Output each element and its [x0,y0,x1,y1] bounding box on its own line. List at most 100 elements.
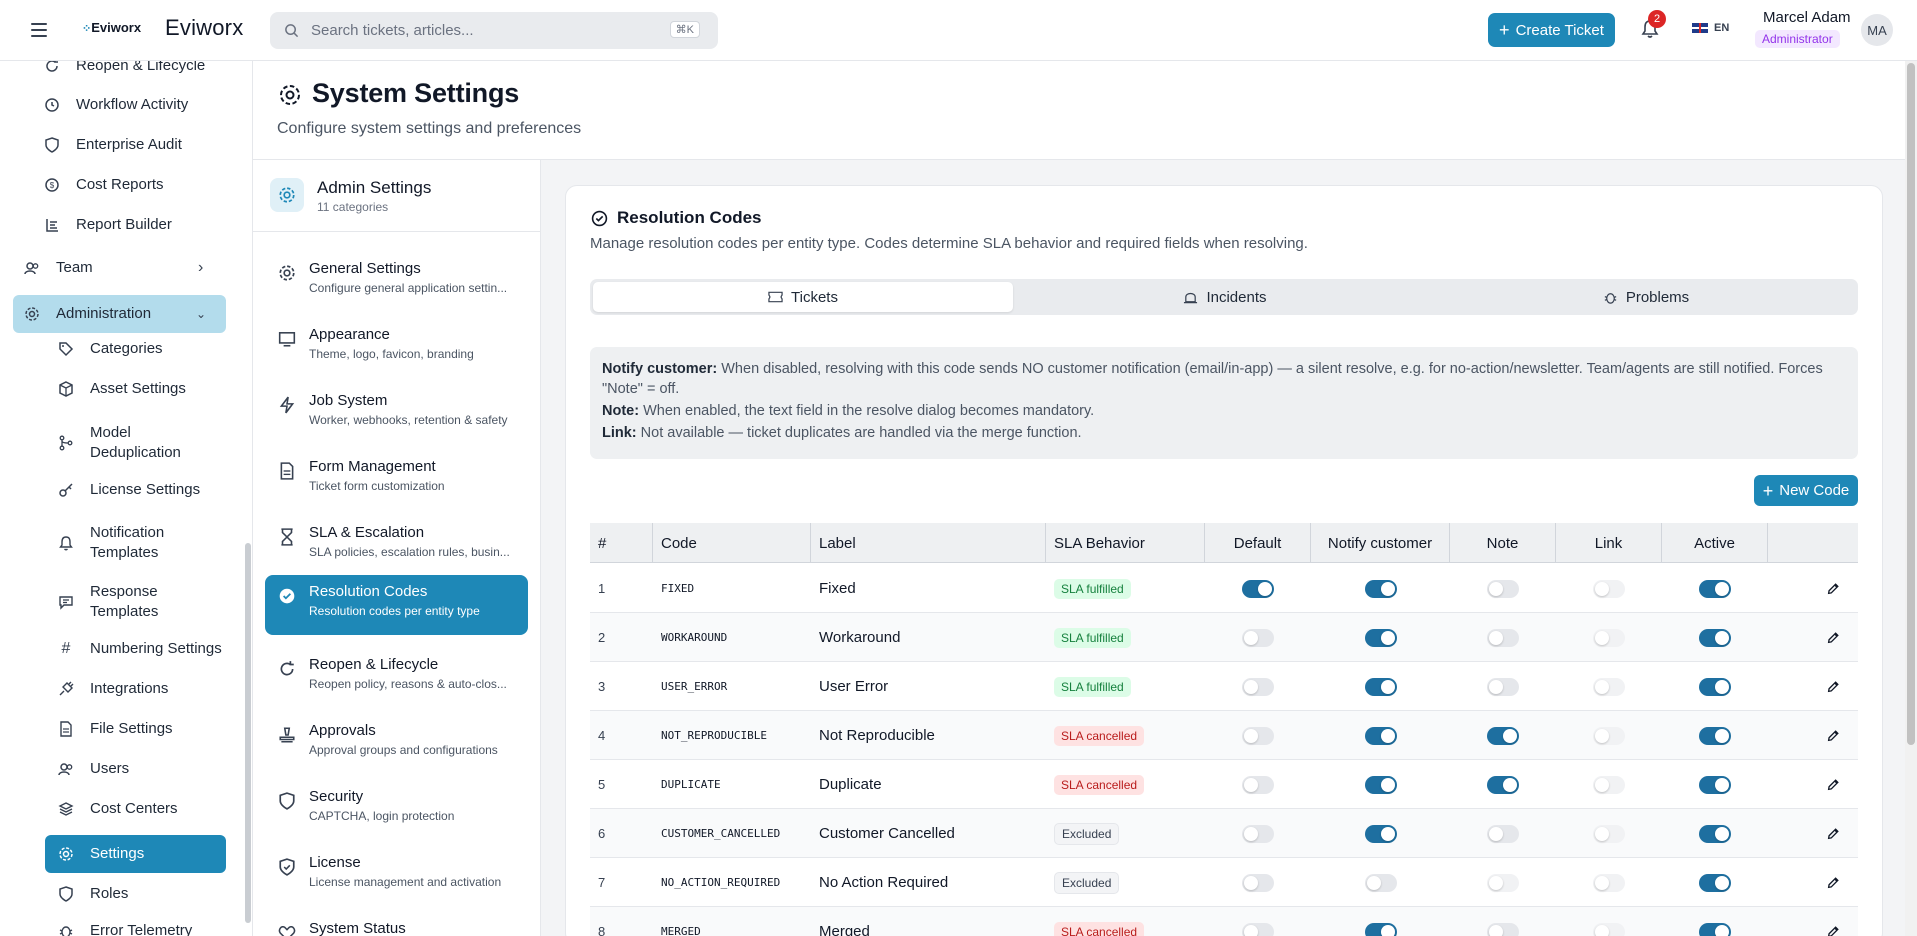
note-toggle[interactable] [1487,677,1519,696]
nav-users[interactable]: Users [58,755,248,783]
note-toggle[interactable] [1487,922,1519,936]
nav-settings[interactable]: Settings [58,840,248,868]
default-toggle[interactable] [1242,726,1274,745]
edit-icon[interactable] [1826,876,1840,890]
toggle-knob [1380,679,1395,694]
default-toggle[interactable] [1242,824,1274,843]
divider [253,231,541,232]
notify-toggle[interactable] [1364,726,1397,745]
tab-tickets[interactable]: Tickets [593,282,1013,312]
notify-toggle[interactable] [1364,677,1397,696]
refresh-icon [46,61,58,72]
active-toggle[interactable] [1699,677,1731,696]
settings-item-sla-escalation[interactable]: SLA & Escalation SLA policies, escalatio… [265,516,528,576]
nav-file-settings[interactable]: File Settings [58,715,248,743]
note-toggle[interactable] [1487,579,1519,598]
note-toggle[interactable] [1487,628,1519,647]
active-toggle[interactable] [1699,775,1731,794]
active-toggle[interactable] [1699,726,1731,745]
settings-item-appearance[interactable]: Appearance Theme, logo, favicon, brandin… [265,318,528,378]
active-toggle[interactable] [1699,824,1731,843]
language-selector[interactable]: EN [1692,22,1729,34]
nav-numbering-settings[interactable]: # Numbering Settings [58,635,248,663]
notify-toggle[interactable] [1364,922,1397,936]
link-toggle-cell [1556,907,1662,936]
row-sla-cell: SLA fulfilled [1054,613,1205,662]
hash-icon: # [61,640,71,657]
nav-workflow-activity[interactable]: Workflow Activity [44,91,234,119]
notify-toggle[interactable] [1364,628,1397,647]
settings-item-security[interactable]: Security CAPTCHA, login protection [265,780,528,840]
nav-roles[interactable]: Roles [58,880,248,908]
sidebar-scrollbar[interactable] [245,543,251,923]
app-logo[interactable]: Eviworx [165,15,243,41]
link-toggle [1593,873,1625,892]
default-toggle[interactable] [1242,579,1274,598]
page-scrollbar[interactable] [1905,61,1917,936]
default-toggle[interactable] [1242,775,1274,794]
create-ticket-button[interactable]: + Create Ticket [1488,13,1615,47]
settings-item-job-system[interactable]: Job System Worker, webhooks, retention &… [265,384,528,444]
notify-toggle[interactable] [1364,873,1397,892]
settings-item-license[interactable]: License License management and activatio… [265,846,528,906]
menu-icon[interactable] [28,20,50,40]
nav-notification-templates[interactable]: Notification Templates [58,523,208,563]
note-toggle[interactable] [1487,726,1519,745]
nav-integrations[interactable]: Integrations [58,675,248,703]
nav-cost-centers[interactable]: Cost Centers [58,795,248,823]
note-toggle[interactable] [1487,824,1519,843]
edit-icon[interactable] [1826,778,1840,792]
report-icon [46,219,58,232]
tab-incidents[interactable]: Incidents [1015,282,1435,312]
notify-toggle[interactable] [1364,775,1397,794]
settings-item-form-management[interactable]: Form Management Ticket form customizatio… [265,450,528,510]
nav-report-builder[interactable]: Report Builder [44,211,234,239]
active-toggle[interactable] [1699,628,1731,647]
edit-icon[interactable] [1826,631,1840,645]
edit-icon[interactable] [1826,729,1840,743]
nav-asset-settings[interactable]: Asset Settings [58,375,248,403]
nav-administration[interactable]: Administration ⌄ [24,300,214,328]
nav-error-telemetry[interactable]: Error Telemetry [58,917,248,936]
tab-problems[interactable]: Problems [1436,282,1856,312]
settings-item-general[interactable]: General Settings Configure general appli… [265,252,528,312]
notify-toggle[interactable] [1364,824,1397,843]
active-toggle[interactable] [1699,922,1731,936]
top-bar: ⁘Eviworx Eviworx Search tickets, article… [0,0,1917,61]
settings-item-approvals[interactable]: Approvals Approval groups and configurat… [265,714,528,774]
active-toggle[interactable] [1699,873,1731,892]
edit-icon[interactable] [1826,582,1840,596]
nav-team[interactable]: Team › [24,254,214,282]
edit-cell [1788,760,1878,809]
chevron-down-icon: ⌄ [196,307,207,321]
new-code-button[interactable]: + New Code [1754,475,1858,506]
default-toggle[interactable] [1242,628,1274,647]
notify-toggle[interactable] [1364,579,1397,598]
settings-item-reopen-lifecycle[interactable]: Reopen & Lifecycle Reopen policy, reason… [265,648,528,708]
settings-item-system-status[interactable]: System Status [265,912,528,936]
note-toggle[interactable] [1487,873,1519,892]
document-icon [280,462,294,480]
link-toggle [1593,579,1625,598]
nav-response-templates[interactable]: Response Templates [58,582,208,622]
search-input[interactable]: Search tickets, articles... ⌘K [270,12,718,49]
default-toggle[interactable] [1242,922,1274,936]
edit-icon[interactable] [1826,680,1840,694]
default-toggle[interactable] [1242,873,1274,892]
active-toggle[interactable] [1699,579,1731,598]
page-scrollbar-thumb[interactable] [1907,63,1915,745]
note-toggle[interactable] [1487,775,1519,794]
nav-model-deduplication[interactable]: Model Deduplication [58,423,208,463]
nav-reopen-lifecycle[interactable]: Reopen & Lifecycle [44,61,234,80]
avatar[interactable]: MA [1861,14,1893,46]
nav-license-settings[interactable]: License Settings [58,476,248,504]
nav-enterprise-audit[interactable]: Enterprise Audit [44,131,234,159]
edit-cell [1788,858,1878,907]
nav-categories[interactable]: Categories [58,335,248,363]
settings-item-resolution-codes[interactable]: Resolution Codes Resolution codes per en… [265,575,528,635]
edit-icon[interactable] [1826,925,1840,936]
edit-icon[interactable] [1826,827,1840,841]
default-toggle[interactable] [1242,677,1274,696]
nav-cost-reports[interactable]: $ Cost Reports [44,171,234,199]
bell-icon [59,536,73,551]
